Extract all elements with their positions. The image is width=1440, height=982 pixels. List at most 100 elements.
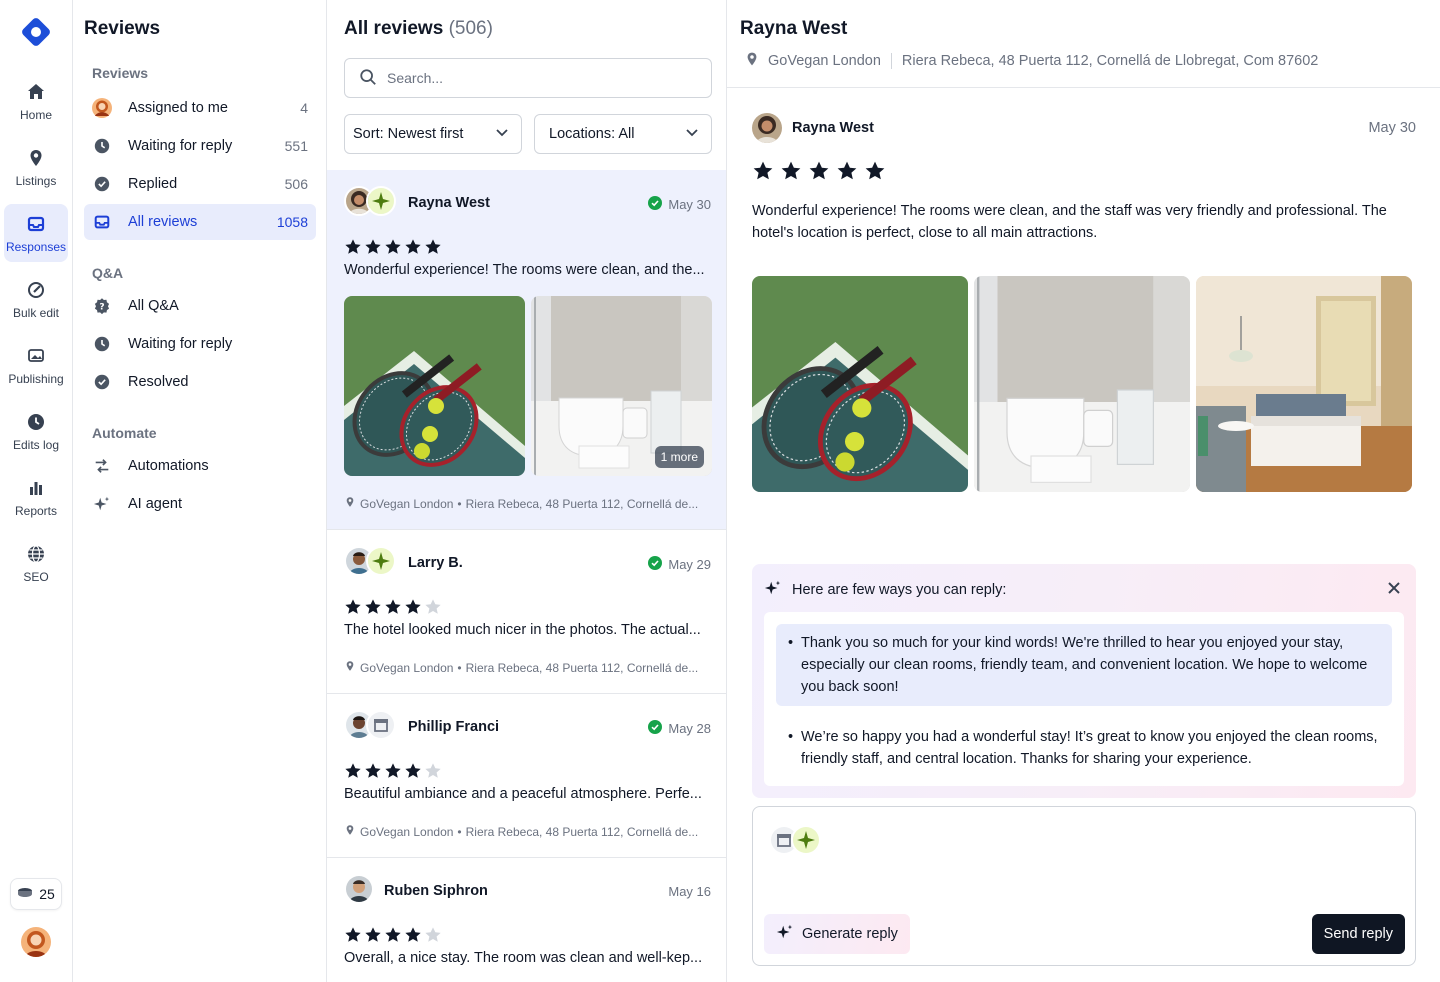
search-input[interactable] bbox=[387, 70, 687, 86]
star-empty-icon bbox=[424, 926, 442, 947]
star-filled-icon bbox=[364, 238, 382, 259]
location-name: GoVegan London bbox=[768, 53, 881, 69]
rail-item-seo[interactable]: SEO bbox=[4, 534, 68, 592]
more-photos-badge[interactable]: 1 more bbox=[654, 446, 704, 468]
review-snippet: Beautiful ambiance and a peaceful atmosp… bbox=[344, 786, 702, 802]
clock-icon bbox=[92, 334, 112, 354]
generate-reply-button[interactable]: Generate reply bbox=[764, 914, 910, 954]
ai-suggestions-list: Thank you so much for your kind words! W… bbox=[764, 612, 1404, 786]
nav-item-waiting-for-reply[interactable]: Waiting for reply 551 bbox=[84, 128, 316, 164]
star-filled-icon bbox=[404, 238, 422, 259]
rail-item-publishing[interactable]: Publishing bbox=[4, 336, 68, 394]
rail-label: Publishing bbox=[8, 372, 64, 386]
nav-item-all-qa[interactable]: ? All Q&A bbox=[84, 288, 316, 324]
credits-counter[interactable]: 25 bbox=[10, 878, 62, 910]
review-snippet: Overall, a nice stay. The room was clean… bbox=[344, 950, 703, 966]
star-rating bbox=[752, 160, 886, 185]
star-filled-icon bbox=[344, 926, 362, 947]
send-reply-button[interactable]: Send reply bbox=[1311, 914, 1405, 954]
rail-item-bulk-edit[interactable]: Bulk edit bbox=[4, 270, 68, 328]
review-location: GoVegan London • Riera Rebeca, 48 Puerta … bbox=[344, 496, 714, 511]
rail-item-responses[interactable]: Responses bbox=[4, 204, 68, 262]
sort-dropdown[interactable]: Sort: Newest first bbox=[344, 114, 522, 154]
detail-location: GoVegan London Riera Rebeca, 48 Puerta 1… bbox=[744, 51, 1318, 71]
review-snippet: Wonderful experience! The rooms were cle… bbox=[344, 262, 705, 278]
nav-item-label: Resolved bbox=[128, 374, 189, 390]
review-card[interactable]: Larry B. May 29 The hotel looked much ni… bbox=[327, 530, 726, 694]
nav-item-resolved[interactable]: Resolved bbox=[84, 364, 316, 400]
location-name: GoVegan London bbox=[360, 660, 454, 675]
list-count: (506) bbox=[448, 18, 493, 39]
star-filled-icon bbox=[780, 160, 802, 185]
nav-item-label: All reviews bbox=[128, 214, 198, 230]
nav-item-qa-waiting-for-reply[interactable]: Waiting for reply bbox=[84, 326, 316, 362]
rail-item-listings[interactable]: Listings bbox=[4, 138, 68, 196]
review-photo[interactable] bbox=[974, 276, 1190, 492]
star-filled-icon bbox=[424, 238, 442, 259]
rail-item-home[interactable]: Home bbox=[4, 72, 68, 130]
images-icon bbox=[26, 346, 46, 366]
review-date: May 16 bbox=[668, 884, 711, 899]
star-filled-icon bbox=[384, 926, 402, 947]
clock-icon bbox=[26, 412, 46, 432]
star-filled-icon bbox=[344, 762, 362, 783]
inbox-icon bbox=[92, 212, 112, 232]
chevron-down-icon bbox=[495, 125, 509, 143]
location-address: Riera Rebeca, 48 Puerta 112, Cornellá de… bbox=[901, 53, 1319, 69]
review-card[interactable]: Phillip Franci May 28 Beautiful ambiance… bbox=[327, 694, 726, 858]
rail-item-reports[interactable]: Reports bbox=[4, 468, 68, 526]
locations-dropdown[interactable]: Locations: All bbox=[534, 114, 712, 154]
svg-text:?: ? bbox=[99, 303, 104, 313]
nav-item-replied[interactable]: Replied 506 bbox=[84, 166, 316, 202]
review-photo[interactable] bbox=[1196, 276, 1412, 492]
star-filled-icon bbox=[344, 598, 362, 619]
review-card[interactable]: Rayna West May 30 Wonderful experience! … bbox=[327, 170, 726, 530]
generate-reply-label: Generate reply bbox=[802, 926, 898, 942]
nav-item-all-reviews[interactable]: All reviews 1058 bbox=[84, 204, 316, 240]
review-date-text: May 16 bbox=[668, 884, 711, 899]
star-filled-icon bbox=[364, 598, 382, 619]
nav-section-qa: Q&A bbox=[92, 265, 124, 281]
star-filled-icon bbox=[384, 762, 402, 783]
nav-item-assigned-to-me[interactable]: Assigned to me 4 bbox=[84, 90, 316, 126]
star-filled-icon bbox=[344, 238, 362, 259]
rail-item-edits-log[interactable]: Edits log bbox=[4, 402, 68, 460]
search-field[interactable] bbox=[344, 58, 712, 98]
review-text: Wonderful experience! The rooms were cle… bbox=[752, 203, 1387, 241]
sparkle-icon bbox=[92, 494, 112, 514]
location-address: Riera Rebeca, 48 Puerta 112, Cornellá de… bbox=[465, 824, 699, 839]
reply-suggestion[interactable]: Thank you so much for your kind words! W… bbox=[776, 624, 1392, 706]
app-logo[interactable] bbox=[20, 16, 52, 48]
check-circle-icon bbox=[92, 174, 112, 194]
nav-item-ai-agent[interactable]: AI agent bbox=[84, 486, 316, 522]
star-filled-icon bbox=[364, 926, 382, 947]
review-photos bbox=[752, 276, 1412, 492]
review-location: GoVegan London • Riera Rebeca, 48 Puerta … bbox=[344, 824, 714, 839]
ai-suggestions-panel: Here are few ways you can reply: Thank y… bbox=[752, 564, 1416, 798]
reviewer-name: Larry B. bbox=[408, 555, 463, 571]
reply-suggestion[interactable]: We’re so happy you had a wonderful stay!… bbox=[776, 718, 1392, 778]
review-photo[interactable]: 1 more bbox=[531, 296, 712, 476]
sparkle-icon bbox=[764, 579, 782, 601]
check-circle-icon bbox=[92, 372, 112, 392]
review-date: May 28 bbox=[648, 720, 711, 737]
map-pin-icon bbox=[344, 660, 356, 675]
user-avatar[interactable] bbox=[21, 927, 51, 957]
reviewer-name: Phillip Franci bbox=[408, 719, 500, 735]
nav-item-automations[interactable]: Automations bbox=[84, 448, 316, 484]
star-filled-icon bbox=[384, 598, 402, 619]
reply-composer[interactable]: Generate reply Send reply bbox=[752, 806, 1416, 966]
star-filled-icon bbox=[364, 762, 382, 783]
location-name: GoVegan London bbox=[360, 496, 454, 511]
review-photo[interactable] bbox=[344, 296, 525, 476]
close-icon[interactable] bbox=[1386, 580, 1402, 596]
review-date-text: May 30 bbox=[668, 197, 711, 212]
location-address: Riera Rebeca, 48 Puerta 112, Cornellá de… bbox=[465, 496, 699, 511]
review-detail-panel: Rayna West GoVegan London Riera Rebeca, … bbox=[727, 0, 1440, 982]
reviewer-avatar bbox=[344, 874, 374, 904]
review-photo[interactable] bbox=[752, 276, 968, 492]
rail-label: Edits log bbox=[12, 438, 60, 452]
reviews-nav-panel: Reviews Reviews Assigned to me 4 Waiting… bbox=[73, 0, 327, 982]
star-rating bbox=[344, 238, 442, 259]
review-card[interactable]: Ruben Siphron May 16 Overall, a nice sta… bbox=[327, 858, 726, 982]
